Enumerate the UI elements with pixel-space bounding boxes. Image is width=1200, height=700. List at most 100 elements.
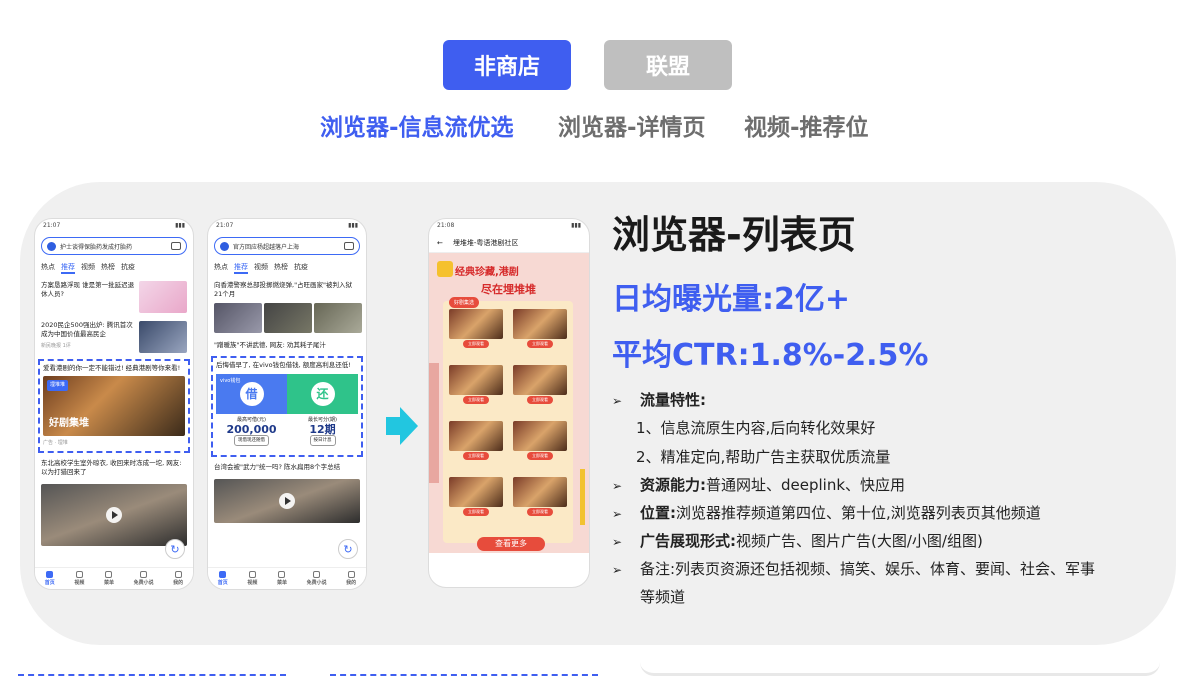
nav-menu[interactable]: 菜单 <box>104 571 114 586</box>
drama-card[interactable]: 立即观看 <box>449 365 503 415</box>
tab-hot[interactable]: 热点 <box>214 262 228 274</box>
list-item[interactable]: "蹭暖族"不讲武德, 网友: 劝其耗子尾汁 <box>208 337 366 354</box>
drama-board: 好剧集选 立即观看 立即观看 立即观看 立即观看 立即观看 立即观看 立即观看 … <box>443 297 573 543</box>
bottom-nav: 首页 视频 菜单 免费小说 我的 <box>35 567 193 589</box>
dashed-divider-right <box>330 674 598 676</box>
list-item[interactable]: 向香港警察总部投掷燃烧弹,"占旺画家"被判入狱21个月 <box>208 277 366 337</box>
home-icon <box>219 571 227 578</box>
tab-covid[interactable]: 抗疫 <box>294 262 308 274</box>
menu-icon <box>278 571 286 578</box>
landing-banner: 经典珍藏,港剧 尽在埋堆堆 <box>433 259 585 299</box>
subtab-browser-feed[interactable]: 浏览器-信息流优选 <box>320 108 514 142</box>
ad-slot-highlight[interactable]: 爱看港剧的你一定不能错过! 经典港剧等你来看! 埋堆堆 好剧集堆 广告 · 埋堆 <box>38 359 190 453</box>
landing-page: 经典珍藏,港剧 尽在埋堆堆 好剧集选 立即观看 立即观看 立即观看 立即观看 立… <box>429 253 589 553</box>
list-item[interactable]: 方案恳路浮现 谁是第一批延迟退休人员? <box>35 277 193 317</box>
nav-video[interactable]: 视频 <box>247 571 257 586</box>
nav-me[interactable]: 我的 <box>346 571 356 586</box>
tab-recommend[interactable]: 推荐 <box>234 262 248 274</box>
ad-slot-highlight[interactable]: 后悔借早了, 在vivo钱包借钱, 额度高利息还低! vivo钱包 借 最高可借… <box>211 356 363 457</box>
bullet-remark-cont: 等频道 <box>640 588 686 606</box>
drama-card[interactable]: 立即观看 <box>513 477 567 527</box>
nav-video[interactable]: 视频 <box>74 571 84 586</box>
bottom-nav: 首页 视频 菜单 免费小说 我的 <box>208 567 366 589</box>
average-ctr-stat: 平均CTR:1.8%-2.5% <box>612 338 929 373</box>
user-icon <box>174 571 182 578</box>
news-thumbnail <box>139 321 187 353</box>
dashed-divider-left <box>18 674 286 676</box>
drama-card[interactable]: 立即观看 <box>513 421 567 471</box>
bullet-capability: ➢ 资源能力:普通网址、deeplink、快应用 <box>612 476 906 494</box>
search-input[interactable]: 官方回应杨超越落户上海 <box>214 237 360 255</box>
nav-novel[interactable]: 免费小说 <box>307 571 327 586</box>
drama-card[interactable]: 立即观看 <box>513 365 567 415</box>
bullet-traffic: ➢ 流量特性: <box>612 391 706 409</box>
news-thumbnail <box>264 303 312 333</box>
play-icon[interactable] <box>106 507 122 523</box>
video-thumbnail[interactable] <box>41 484 187 546</box>
nav-menu[interactable]: 菜单 <box>277 571 287 586</box>
tab-covid[interactable]: 抗疫 <box>121 262 135 274</box>
status-icons: ▮▮▮ <box>571 222 581 229</box>
phone-mockup-landing: 21:08 ▮▮▮ ← 埋堆堆-粤语港剧社区 经典珍藏,港剧 尽在埋堆堆 好剧集选… <box>428 218 590 588</box>
tab-video[interactable]: 视频 <box>254 262 268 274</box>
ad-image: 埋堆堆 好剧集堆 <box>43 376 185 436</box>
play-icon[interactable] <box>279 493 295 509</box>
nav-novel[interactable]: 免费小说 <box>134 571 154 586</box>
list-item[interactable]: 台湾会被"武力"统一吗? 陈水扁用8个字总结 <box>208 459 366 476</box>
camera-icon[interactable] <box>171 242 181 250</box>
drama-card[interactable]: 立即观看 <box>513 309 567 359</box>
tab-video[interactable]: 视频 <box>81 262 95 274</box>
status-time: 21:07 <box>43 222 61 229</box>
nav-me[interactable]: 我的 <box>173 571 183 586</box>
user-icon <box>347 571 355 578</box>
phone-mockup-wallet: 21:07 ▮▮▮ 官方回应杨超越落户上海 热点 推荐 视频 热榜 抗疫 向香港警… <box>207 218 367 590</box>
page-title: 浏览器-列表页 <box>612 213 856 257</box>
bullet-remark: ➢ 备注:列表页资源还包括视频、搞笑、娱乐、体育、要闻、社会、军事 <box>612 560 1096 578</box>
bullet-traffic-sub1: 1、信息流原生内容,后向转化效果好 <box>636 419 876 437</box>
refresh-icon[interactable]: ↻ <box>165 539 185 559</box>
list-item[interactable]: 2020民企500强出炉: 腾讯首次成为中国价值最高民企 新民晚报 1评 <box>35 317 193 357</box>
drama-card[interactable]: 立即观看 <box>449 309 503 359</box>
subtab-browser-detail[interactable]: 浏览器-详情页 <box>558 108 706 142</box>
home-icon <box>46 571 54 578</box>
video-thumbnail[interactable] <box>214 479 360 523</box>
subtab-video-recommend[interactable]: 视频-推荐位 <box>744 108 869 142</box>
status-icons: ▮▮▮ <box>175 222 185 229</box>
camera-icon[interactable] <box>344 242 354 250</box>
view-more-button[interactable]: 查看更多 <box>477 537 545 551</box>
nav-home[interactable]: 首页 <box>45 571 55 586</box>
channel-tabs: 热点 推荐 视频 热榜 抗疫 <box>35 259 193 277</box>
baidu-paw-icon <box>220 241 229 251</box>
tab-nonstore-button[interactable]: 非商店 <box>443 40 571 90</box>
borrow-icon: 借 <box>239 382 264 406</box>
bullet-traffic-sub2: 2、精准定向,帮助广告主获取优质流量 <box>636 448 891 466</box>
bullet-arrow-icon: ➢ <box>612 394 623 408</box>
bullet-arrow-icon: ➢ <box>612 507 623 521</box>
tab-hotlist[interactable]: 热榜 <box>101 262 115 274</box>
status-time: 21:07 <box>216 222 234 229</box>
tab-recommend[interactable]: 推荐 <box>61 262 75 274</box>
news-thumbnail <box>314 303 362 333</box>
baidu-paw-icon <box>47 241 56 251</box>
repay-icon: 还 <box>310 382 335 406</box>
back-arrow-icon[interactable]: ← <box>437 239 443 247</box>
nav-home[interactable]: 首页 <box>218 571 228 586</box>
next-panel-edge <box>640 662 1160 676</box>
bullet-arrow-icon: ➢ <box>612 563 623 577</box>
drama-card[interactable]: 立即观看 <box>449 477 503 527</box>
news-thumbnail <box>139 281 187 313</box>
channel-tabs: 热点 推荐 视频 热榜 抗疫 <box>208 259 366 277</box>
daily-exposure-stat: 日均曝光量:2亿+ <box>612 282 851 317</box>
drama-card[interactable]: 立即观看 <box>449 421 503 471</box>
tab-alliance-button[interactable]: 联盟 <box>604 40 732 90</box>
status-icons: ▮▮▮ <box>348 222 358 229</box>
search-input[interactable]: 护士谈得保胎药发成打胎药 <box>41 237 187 255</box>
status-time: 21:08 <box>437 222 455 229</box>
news-thumbnail <box>214 303 262 333</box>
tab-hot[interactable]: 热点 <box>41 262 55 274</box>
list-item[interactable]: 东北高校学生室外晾衣, 收回来时冻成一坨, 网友: 以为打猎回来了 <box>35 455 193 481</box>
bullet-arrow-icon: ➢ <box>612 479 623 493</box>
tab-hotlist[interactable]: 热榜 <box>274 262 288 274</box>
refresh-icon[interactable]: ↻ <box>338 539 358 559</box>
bullet-arrow-icon: ➢ <box>612 535 623 549</box>
